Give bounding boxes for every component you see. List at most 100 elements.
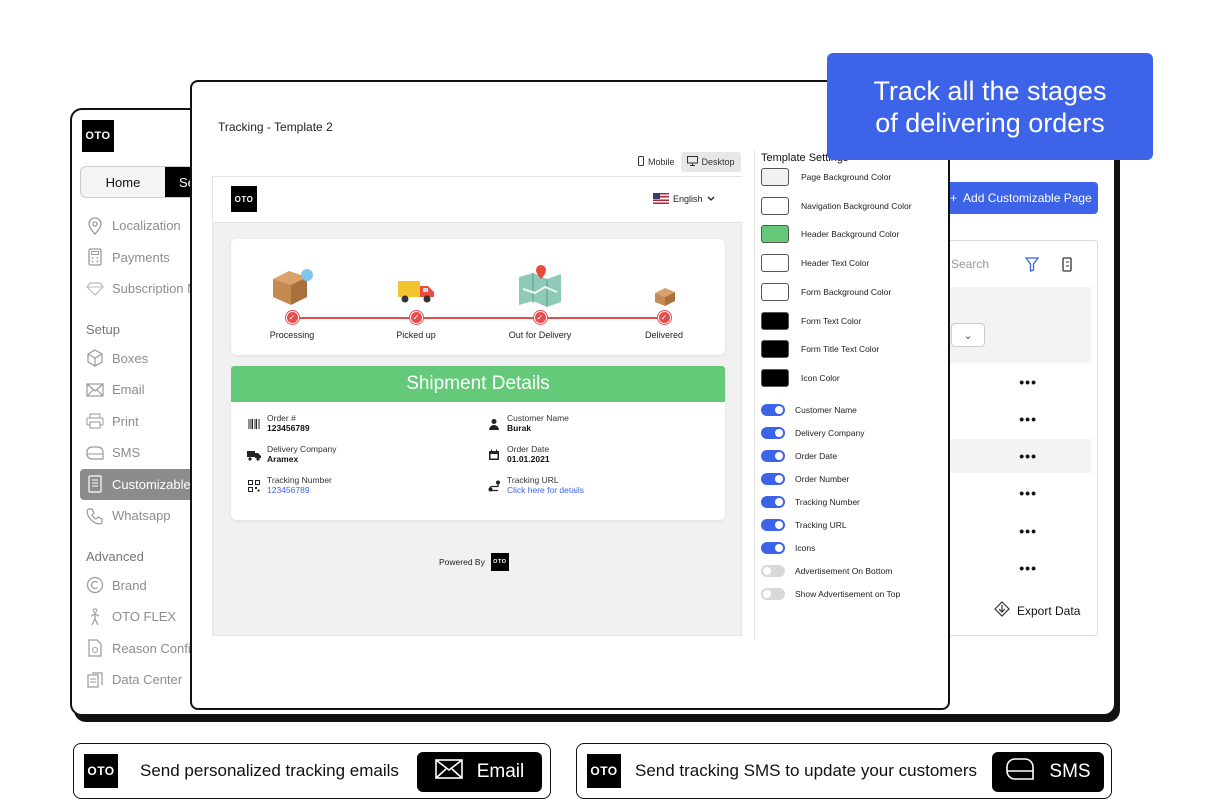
sms-button[interactable]: SMS [992, 752, 1104, 792]
box-icon [86, 349, 104, 367]
toggle-switch[interactable] [761, 450, 785, 462]
email-feature-text: Send personalized tracking emails [140, 761, 399, 780]
feature-callout: Track all the stages of delivering order… [827, 53, 1153, 160]
export-label: Export Data [1017, 603, 1081, 618]
filter-icon[interactable] [1024, 257, 1040, 277]
date-value: 01.01.2021 [507, 454, 550, 464]
table-row[interactable]: ••• [943, 551, 1091, 585]
color-setting-label: Icon Color [801, 372, 840, 383]
toggle-switch[interactable] [761, 427, 785, 439]
company-value: Aramex [267, 454, 299, 464]
chevron-down-icon[interactable]: ⌄ [951, 323, 985, 347]
color-setting-row[interactable]: Form Title Text Color [761, 340, 880, 359]
tracking-preview: OTO English ✓ Processing ✓ Picked up ✓ O… [212, 176, 743, 636]
sidebar-item-label: Data Center [112, 672, 183, 688]
mobile-label: Mobile [648, 157, 675, 167]
color-setting-label: Form Background Color [801, 286, 892, 297]
email-button[interactable]: Email [417, 752, 542, 792]
stage-label: Out for Delivery [508, 330, 572, 340]
color-setting-row[interactable]: Icon Color [761, 368, 840, 387]
shipment-details-body: Order #123456789 Customer Name Burak Deli… [231, 402, 725, 520]
row-more-icon[interactable]: ••• [1019, 448, 1037, 464]
color-setting-label: Navigation Background Color [801, 200, 912, 211]
envelope-icon [434, 759, 463, 785]
sidebar-item-label: Reason Config [112, 640, 198, 656]
tracking-value[interactable]: 123456789 [267, 485, 332, 495]
color-setting-row[interactable]: Form Background Color [761, 282, 892, 301]
toggle-setting-row: Tracking URL [761, 519, 847, 531]
table-row[interactable]: ••• [943, 439, 1091, 473]
table-row[interactable]: ••• [943, 514, 1091, 548]
color-swatch[interactable] [761, 254, 789, 273]
progress-line [293, 317, 663, 319]
sidebar-item-label: Subscription M [112, 281, 198, 297]
color-setting-label: Form Title Text Color [801, 344, 880, 355]
toggle-setting-label: Customer Name [795, 405, 857, 415]
export-file-icon[interactable] [1061, 257, 1073, 277]
toggle-switch[interactable] [761, 542, 785, 554]
export-data-button[interactable]: Export Data [993, 601, 1080, 620]
walker-icon [86, 607, 104, 626]
sidebar-item-label: Boxes [112, 350, 149, 366]
toggle-setting-row: Advertisement On Bottom [761, 565, 892, 577]
color-swatch[interactable] [761, 196, 789, 215]
color-setting-row[interactable]: Page Background Color [761, 168, 891, 186]
mobile-view-button[interactable]: Mobile [632, 152, 681, 172]
table-row[interactable]: ••• [943, 402, 1091, 436]
color-swatch[interactable] [761, 282, 789, 301]
tracking-url-field: Tracking URL Click here for details [487, 475, 584, 495]
page-title: Tracking - Template 2 [218, 120, 333, 134]
color-setting-row[interactable]: Header Background Color [761, 225, 899, 244]
color-swatch[interactable] [761, 311, 789, 330]
add-customizable-page-button[interactable]: + Add Customizable Page [942, 182, 1098, 214]
tracking-url-link[interactable]: Click here for details [507, 485, 584, 495]
toggle-switch[interactable] [761, 473, 785, 485]
color-setting-label: Header Text Color [801, 258, 870, 269]
powered-by-label: Powered By [439, 557, 485, 567]
tracking-number-field: Tracking Number 123456789 [247, 475, 332, 495]
toggle-setting-row: Icons [761, 542, 815, 554]
table-row[interactable]: ••• [943, 476, 1091, 510]
color-setting-row[interactable]: Form Text Color [761, 311, 861, 330]
toggle-switch[interactable] [761, 519, 785, 531]
desktop-icon [686, 156, 698, 168]
stage-label: Picked up [396, 330, 436, 340]
mobile-icon [638, 156, 644, 168]
toggle-switch[interactable] [761, 565, 785, 577]
order-number-field: Order #123456789 [247, 413, 310, 433]
table-row[interactable]: ••• [943, 365, 1091, 399]
color-swatch[interactable] [761, 368, 789, 387]
desktop-view-button[interactable]: Desktop [680, 152, 741, 172]
color-swatch[interactable] [761, 225, 789, 244]
row-more-icon[interactable]: ••• [1019, 523, 1037, 539]
diamond-icon [86, 280, 104, 298]
sidebar-item-label: Localization [112, 218, 181, 234]
plus-icon: + [950, 191, 958, 205]
document-icon [86, 475, 104, 493]
row-more-icon[interactable]: ••• [1019, 485, 1037, 501]
powered-by: Powered By OTO [439, 553, 509, 571]
language-select[interactable]: English [653, 193, 715, 204]
template-editor-window: Tracking - Template 2 Mobile Desktop OTO… [190, 80, 950, 710]
toggle-switch[interactable] [761, 404, 785, 416]
color-swatch[interactable] [761, 168, 789, 186]
export-icon [993, 601, 1011, 620]
color-setting-row[interactable]: Navigation Background Color [761, 196, 912, 215]
row-more-icon[interactable]: ••• [1019, 560, 1037, 576]
toggle-switch[interactable] [761, 496, 785, 508]
order-date-field: Order Date 01.01.2021 [487, 444, 550, 464]
toggle-switch[interactable] [761, 588, 785, 600]
home-tab[interactable]: Home [81, 167, 165, 197]
row-more-icon[interactable]: ••• [1019, 411, 1037, 427]
gear-document-icon [86, 639, 104, 657]
sidebar-item-label: Print [112, 413, 139, 429]
row-more-icon[interactable]: ••• [1019, 374, 1037, 390]
search-input[interactable]: Search [951, 257, 989, 271]
color-swatch[interactable] [761, 340, 789, 359]
oto-logo[interactable]: OTO [82, 120, 114, 152]
qr-code-icon [247, 479, 261, 493]
truck-small-icon [247, 448, 261, 462]
toggle-setting-label: Order Number [795, 474, 850, 484]
color-setting-row[interactable]: Header Text Color [761, 254, 870, 273]
calendar-icon [487, 448, 501, 462]
